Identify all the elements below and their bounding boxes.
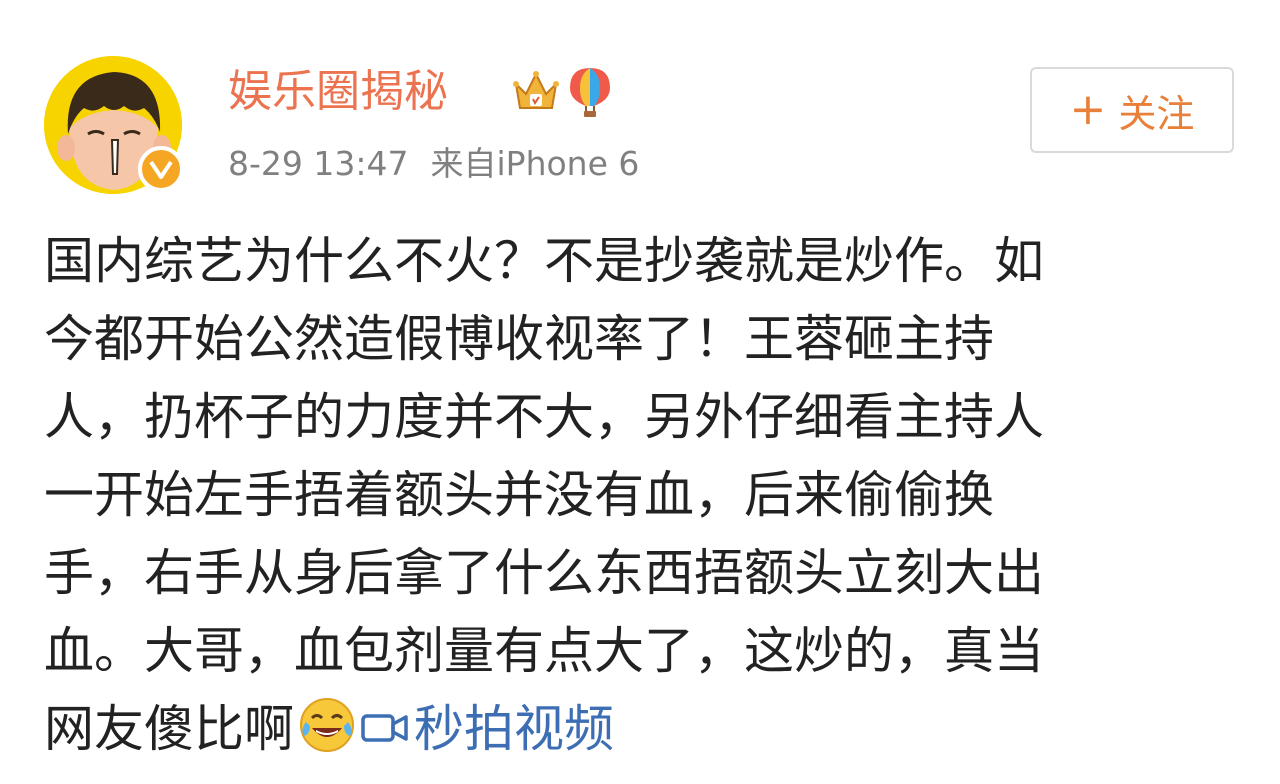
video-camera-icon: [360, 692, 410, 742]
content-line: 血。大哥，血包剂量有点大了，这炒的，真当: [44, 622, 1044, 680]
post-timestamp[interactable]: 8-29 13:47: [228, 144, 409, 183]
video-link[interactable]: 秒拍视频: [360, 700, 614, 758]
weibo-post: 娱乐圈揭秘 8-29 13:47 来自iPhone 6 + 关注 国内综艺为什么不…: [0, 0, 1280, 784]
hot-air-balloon-icon[interactable]: [566, 66, 614, 118]
content-line: 国内综艺为什么不火？不是抄袭就是炒作。如: [44, 232, 1044, 290]
content-line: 人，扔杯子的力度并不大，另外仔细看主持人: [44, 388, 1044, 446]
post-meta: 8-29 13:47 来自iPhone 6: [228, 140, 639, 188]
follow-button-label: 关注: [1118, 91, 1195, 136]
content-line: 今都开始公然造假博收视率了！王蓉砸主持: [44, 310, 994, 368]
content-line: 一开始左手捂着额头并没有血，后来偷偷换: [44, 466, 994, 524]
verified-badge-icon: [138, 146, 184, 192]
laughing-crying-emoji-icon: [298, 696, 356, 754]
content-line: 手，右手从身后拿了什么东西捂额头立刻大出: [44, 544, 1044, 602]
follow-button[interactable]: + 关注: [1030, 67, 1234, 153]
post-content: 国内综艺为什么不火？不是抄袭就是炒作。如 今都开始公然造假博收视率了！王蓉砸主持…: [44, 222, 1244, 768]
post-source: 来自iPhone 6: [430, 144, 640, 183]
video-link-label: 秒拍视频: [414, 700, 614, 758]
content-line-text: 网友傻比啊: [44, 700, 294, 758]
content-last-line: 网友傻比啊 秒拍视频: [44, 690, 1244, 768]
author-name[interactable]: 娱乐圈揭秘: [228, 60, 448, 124]
plus-icon: +: [1069, 84, 1107, 135]
author-avatar[interactable]: [44, 56, 184, 194]
vip-crown-icon[interactable]: [512, 66, 560, 118]
